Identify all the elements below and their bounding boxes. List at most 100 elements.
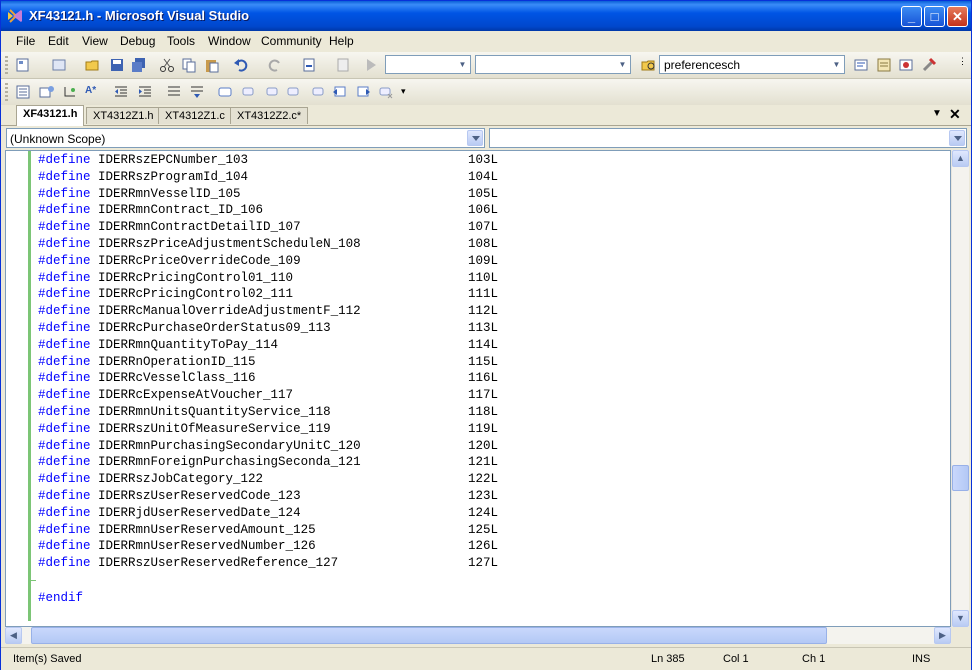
menu-community[interactable]: Community [261,34,322,48]
scroll-up-button[interactable]: ▲ [952,150,969,167]
code-line-endif[interactable]: #endif [38,590,83,607]
menu-window[interactable]: Window [208,34,251,48]
chevron-down-icon[interactable] [949,130,965,146]
paste-icon[interactable] [204,57,220,73]
title-bar[interactable]: XF43121.h - Microsoft Visual Studio _ □ … [1,1,971,31]
scope-dropdown[interactable]: (Unknown Scope) [6,128,485,148]
code-line[interactable]: #define IDERRmnUnitsQuantityService_118 1… [38,404,498,421]
find-combo[interactable]: preferencesch ▼ [659,55,845,74]
cut-icon[interactable] [159,57,175,73]
code-line[interactable]: #define IDERRszJobCategory_122 122L [38,471,498,488]
code-line[interactable]: #define IDERRnOperationID_115 115L [38,354,498,371]
tab-xt4312z1-c[interactable]: XT4312Z1.c [158,107,232,124]
scroll-right-button[interactable]: ▶ [934,627,951,644]
vertical-scroll-thumb[interactable] [952,465,969,491]
code-line[interactable]: #define IDERRmnVesselID_105 105L [38,186,498,203]
display-word-completion-icon[interactable]: A* [85,85,96,96]
previous-bookmark-icon[interactable] [241,84,257,100]
find-in-files-icon[interactable] [641,57,657,73]
clear-bookmarks-icon[interactable] [378,84,394,100]
menu-edit[interactable]: Edit [48,34,69,48]
scroll-left-button[interactable]: ◀ [5,627,22,644]
solution-explorer-icon[interactable] [853,57,869,73]
maximize-button[interactable]: □ [924,6,945,27]
new-project-icon[interactable] [15,57,31,73]
undo-icon[interactable] [233,57,249,73]
display-parameter-info-icon[interactable] [39,84,55,100]
menu-view[interactable]: View [82,34,108,48]
vertical-scrollbar[interactable]: ▲ ▼ [951,150,969,627]
code-line[interactable]: #define IDERRmnQuantityToPay_114 114L [38,337,498,354]
toolbar-grip[interactable] [5,56,8,74]
object-browser-icon[interactable] [898,57,914,73]
code-line[interactable]: #define IDERRcPricingControl01_110 110L [38,270,498,287]
menu-tools[interactable]: Tools [167,34,195,48]
code-line[interactable]: #define IDERRmnUserReservedAmount_125 125… [38,522,498,539]
code-line[interactable]: #define IDERRmnPurchasingSecondaryUnitC_… [38,438,498,455]
active-files-dropdown-icon[interactable]: ▼ [932,108,942,119]
save-all-icon[interactable] [131,57,147,73]
next-bookmark-in-folder-icon[interactable] [309,84,325,100]
code-line[interactable]: #define IDERRcExpenseAtVoucher_117 117L [38,387,498,404]
previous-bookmark-in-folder-icon[interactable] [286,84,302,100]
decrease-indent-icon[interactable] [113,84,129,100]
outline-marker[interactable] [30,580,36,581]
open-file-icon[interactable] [85,57,101,73]
navigate-forward-icon[interactable] [335,57,351,73]
display-quick-info-icon[interactable] [62,84,78,100]
copy-icon[interactable] [181,57,197,73]
code-editor[interactable]: #define IDERRszEPCNumber_103 103L #define … [5,150,951,627]
redo-icon[interactable] [267,57,283,73]
code-line[interactable]: #define IDERRszEPCNumber_103 103L [38,152,498,169]
toolbox-icon[interactable] [921,57,937,73]
code-line[interactable]: #define IDERRszProgramId_104 104L [38,169,498,186]
toolbar-overflow-icon[interactable]: ⋮ [958,56,967,67]
code-line[interactable]: #define IDERRjdUserReservedDate_124 124L [38,505,498,522]
horizontal-scrollbar[interactable]: ◀ ▶ [5,627,951,644]
code-line[interactable]: #define IDERRcManualOverrideAdjustmentF_… [38,303,498,320]
code-line[interactable]: #define IDERRmnUserReservedNumber_126 126… [38,538,498,555]
code-line[interactable]: #define IDERRmnContract_ID_106 106L [38,202,498,219]
toolbar-options-icon[interactable]: ▾ [401,86,406,97]
tab-xt4312z1-h[interactable]: XT4312Z1.h [86,107,161,124]
members-dropdown[interactable] [489,128,967,148]
next-bookmark-icon[interactable] [263,84,279,100]
menu-file[interactable]: File [16,34,35,48]
status-insert-mode: INS [912,653,931,665]
menu-help[interactable]: Help [329,34,354,48]
comment-out-lines-icon[interactable] [166,84,182,100]
next-bookmark-in-document-icon[interactable] [355,84,371,100]
tab-xf43121-h[interactable]: XF43121.h [16,105,85,126]
horizontal-scroll-thumb[interactable] [31,627,827,644]
save-icon[interactable] [109,57,125,73]
code-line[interactable]: #define IDERRszUserReservedCode_123 123L [38,488,498,505]
minimize-button[interactable]: _ [901,6,922,27]
toggle-bookmark-icon[interactable] [217,84,233,100]
uncomment-lines-icon[interactable] [189,84,205,100]
tab-xt4312z2-c[interactable]: XT4312Z2.c* [230,107,309,124]
scroll-down-button[interactable]: ▼ [952,610,969,627]
code-line[interactable]: #define IDERRszUserReservedReference_127… [38,555,498,572]
toolbar-grip[interactable] [5,83,8,101]
add-item-icon[interactable] [51,57,67,73]
code-line[interactable]: #define IDERRmnForeignPurchasingSeconda_… [38,454,498,471]
code-line[interactable]: #define IDERRszUnitOfMeasureService_119 1… [38,421,498,438]
code-line[interactable]: #define IDERRcPricingControl02_111 111L [38,286,498,303]
display-object-member-list-icon[interactable] [15,84,31,100]
increase-indent-icon[interactable] [137,84,153,100]
menu-debug[interactable]: Debug [120,34,155,48]
code-line[interactable]: #define IDERRcPriceOverrideCode_109 109L [38,253,498,270]
close-button[interactable]: ✕ [947,6,968,27]
solution-configuration-dropdown[interactable]: ▼ [385,55,471,74]
navigate-backward-icon[interactable] [301,57,317,73]
code-line[interactable]: #define IDERRmnContractDetailID_107 107L [38,219,498,236]
code-line[interactable]: #define IDERRszPriceAdjustmentScheduleN_… [38,236,498,253]
previous-bookmark-in-document-icon[interactable] [332,84,348,100]
code-line[interactable]: #define IDERRcPurchaseOrderStatus09_113 1… [38,320,498,337]
chevron-down-icon[interactable] [467,130,483,146]
code-line[interactable]: #define IDERRcVesselClass_116 116L [38,370,498,387]
close-tab-icon[interactable]: ✕ [949,106,961,123]
properties-window-icon[interactable] [876,57,892,73]
start-debugging-icon[interactable] [363,57,379,73]
solution-platform-dropdown[interactable]: ▼ [475,55,631,74]
